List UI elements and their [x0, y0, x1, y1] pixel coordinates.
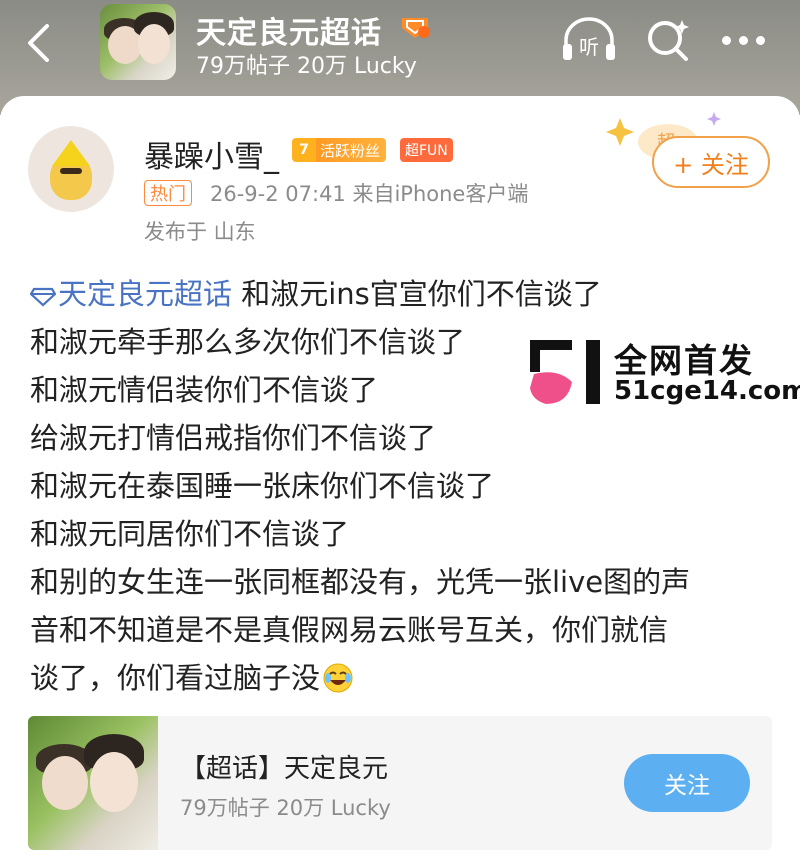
- fan-level: 7: [292, 138, 316, 162]
- post-line-text: 谈了，你们看过脑子没: [30, 661, 321, 695]
- post-line: 天定良元超话 和淑元ins官宣你们不信谈了: [30, 270, 770, 318]
- fan-level-badge[interactable]: 7 活跃粉丝: [292, 138, 387, 162]
- watermark-title: 全网首发: [614, 341, 754, 380]
- topic-badge-icon: [402, 18, 430, 38]
- post-line: 和淑元在泰国睡一张床你们不信谈了: [30, 469, 495, 503]
- listen-icon: 听: [563, 17, 615, 60]
- watermark-logo-icon: [530, 340, 600, 404]
- topic-link[interactable]: 天定良元超话: [30, 277, 232, 311]
- supertopic-card[interactable]: 【超话】天定良元 79万帖子 20万 Lucky 关注: [28, 716, 772, 850]
- avatar[interactable]: [28, 126, 114, 212]
- hot-tag: 热门: [144, 180, 192, 206]
- post-line: 音和不知道是不是真假网易云账号互关，你们就信: [30, 613, 669, 647]
- listen-button[interactable]: 听: [560, 14, 618, 66]
- back-arrow-icon: [28, 24, 49, 62]
- topic-diamond-icon: [30, 287, 56, 307]
- post-line: 谈了，你们看过脑子没: [30, 654, 770, 702]
- supertopic-follow-button[interactable]: 关注: [624, 754, 750, 812]
- more-button[interactable]: [722, 28, 774, 52]
- post-meta: 26-9-2 07:41 来自iPhone客户端: [210, 182, 529, 206]
- supertopic-stats: 79万帖子 20万 Lucky: [180, 796, 391, 820]
- fan-badge-label: 活跃粉丝: [316, 138, 387, 162]
- supertopic-thumbnail: [28, 716, 158, 850]
- post-location: 发布于 山东: [144, 220, 256, 244]
- laugh-cry-emoji-icon: [323, 663, 353, 693]
- watermark-url: 51cge14.com: [614, 376, 800, 406]
- topic-stats: 79万帖子 20万 Lucky: [196, 54, 417, 79]
- post-line: 给淑元打情侣戒指你们不信谈了: [30, 421, 437, 455]
- topic-link-label: 天定良元超话: [58, 277, 233, 311]
- post-line: 和淑元同居你们不信谈了: [30, 517, 350, 551]
- topic-title[interactable]: 天定良元超话: [196, 8, 382, 52]
- supertopic-title: 【超话】天定良元: [180, 754, 389, 784]
- topic-thumbnail[interactable]: [100, 4, 176, 80]
- post-line-text: 和淑元ins官宣你们不信谈了: [232, 277, 602, 311]
- more-icon: [722, 35, 731, 45]
- search-icon: [648, 20, 689, 61]
- super-fun-badge[interactable]: 超FUN: [400, 138, 453, 162]
- post-line: 和别的女生连一张同框都没有，光凭一张live图的声: [30, 565, 691, 599]
- listen-label: 听: [579, 35, 599, 59]
- back-button[interactable]: [18, 18, 58, 68]
- search-button[interactable]: [644, 16, 692, 64]
- follow-button[interactable]: + 关注: [652, 136, 770, 188]
- user-name[interactable]: 暴躁小雪_: [144, 132, 279, 176]
